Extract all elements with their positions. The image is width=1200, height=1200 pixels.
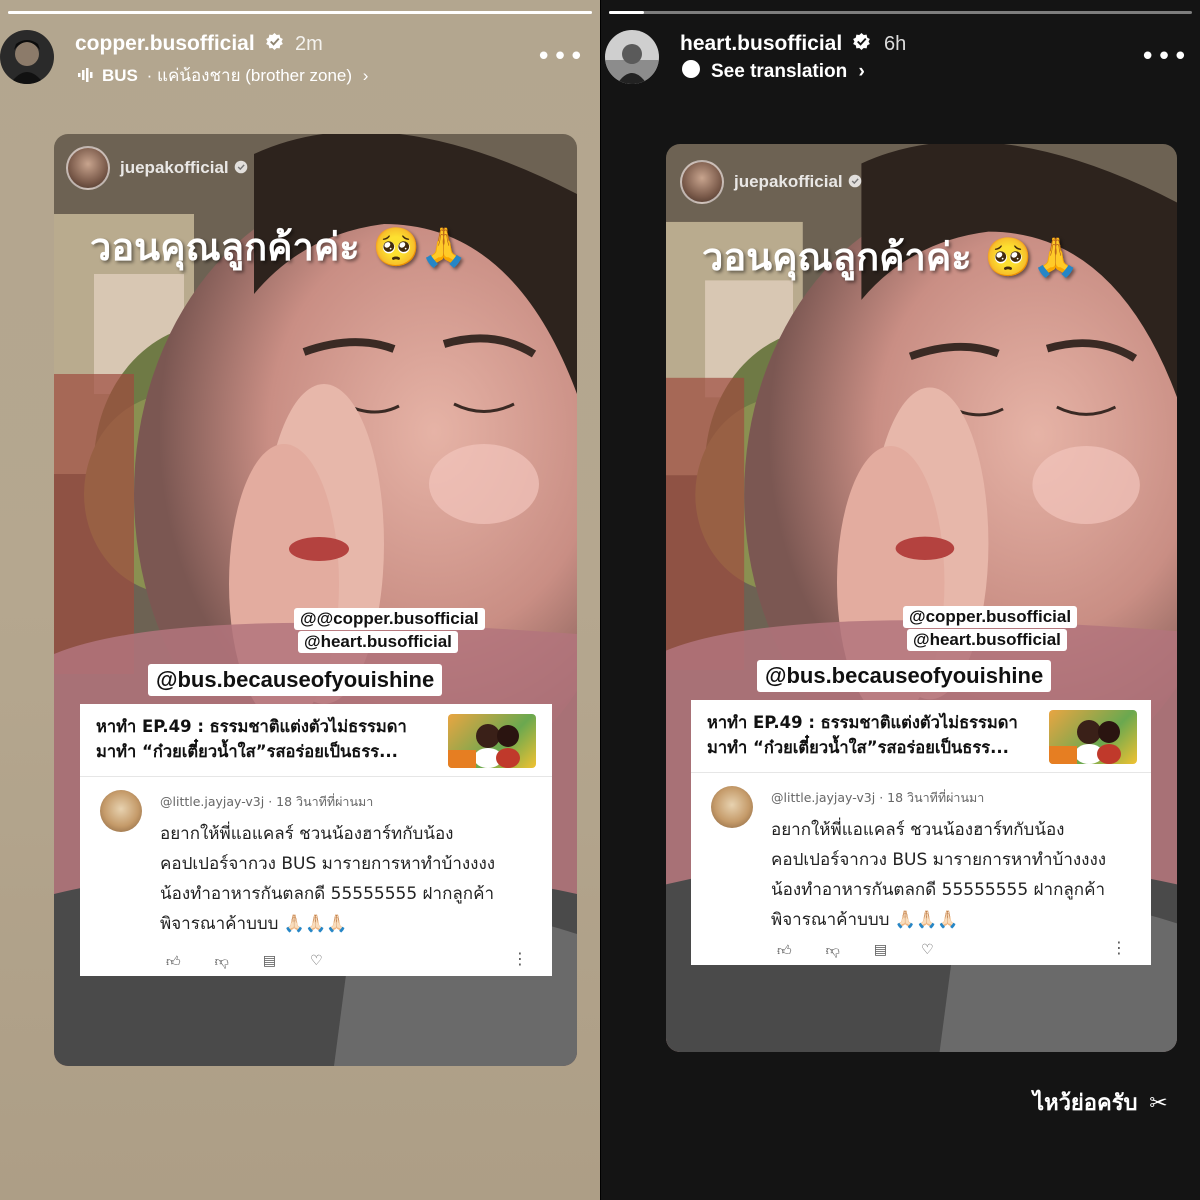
chevron-right-icon: › — [858, 61, 865, 83]
comment-actions: 👍︎ 👎︎ ▤ ♡ — [777, 942, 934, 959]
comment-text: อยากให้พี่แอแคลร์ ชวนน้องฮาร์ทกับน้อง คอ… — [160, 824, 496, 934]
verified-icon — [234, 159, 248, 178]
youtube-comment-screenshot: หาทำ EP.49 : ธรรมชาติแต่งตัวไม่ธรรมดา มา… — [80, 704, 552, 976]
avatar[interactable] — [0, 30, 54, 84]
comment-meta: @little.jayjay-v3j · 18 วินาทีที่ผ่านมา — [160, 794, 374, 809]
comment-text: อยากให้พี่แอแคลร์ ชวนน้องฮาร์ทกับน้อง คอ… — [771, 820, 1107, 930]
story-progress-bar — [8, 11, 592, 14]
like-icon: 👍︎ — [166, 954, 181, 970]
mention-heart[interactable]: @heart.busofficial — [907, 629, 1067, 651]
avatar[interactable] — [605, 30, 659, 84]
mention-bus[interactable]: @bus.becauseofyouishine — [757, 660, 1052, 692]
mention-copper[interactable]: @@copper.busofficial — [294, 608, 485, 630]
comment-more-icon: ⋮ — [512, 949, 528, 968]
video-thumbnail — [1049, 710, 1137, 764]
threads-icon: @ — [300, 609, 317, 628]
video-thumbnail — [448, 714, 536, 768]
more-options-button[interactable]: ••• — [1140, 44, 1189, 70]
reshared-story-card[interactable]: juepakofficial วอนคุณลูกค้าค่ะ 🥺🙏 @@copp… — [54, 134, 577, 1066]
youtube-comment-screenshot: หาทำ EP.49 : ธรรมชาติแต่งตัวไม่ธรรมดา มา… — [691, 700, 1151, 965]
chevron-right-icon: › — [362, 66, 369, 85]
heart-icon: ♡ — [921, 942, 934, 958]
dislike-icon: 👎︎ — [214, 954, 229, 970]
scissors-icon: ✂ — [1149, 1091, 1168, 1116]
mention-copper[interactable]: @copper.busofficial — [903, 606, 1078, 628]
divider — [80, 776, 552, 777]
comment-actions: 👍︎ 👎︎ ▤ ♡ — [166, 953, 323, 970]
mention-heart[interactable]: @heart.busofficial — [298, 631, 458, 653]
heart-icon: ♡ — [310, 953, 323, 969]
story-caption: วอนคุณลูกค้าค่ะ 🥺🙏 — [702, 235, 1080, 279]
story-right: heart.busofficial 6h See translation › •… — [601, 0, 1200, 1200]
story-progress-bar — [609, 11, 1192, 14]
see-translation-button[interactable]: See translation › — [681, 59, 865, 85]
story-time: 2m — [295, 33, 323, 55]
story-footer-caption: ไหว้ย่อครับ ✂ — [1033, 1091, 1168, 1116]
story-progress-fill — [8, 11, 592, 14]
comment-more-icon: ⋮ — [1111, 938, 1127, 957]
story-left: copper.busofficial 2m BUS · แค่น้องชาย (… — [0, 0, 600, 1200]
story-header: heart.busofficial 6h See translation › •… — [601, 22, 1200, 92]
juepak-avatar — [680, 160, 724, 204]
like-icon: 👍︎ — [777, 943, 792, 959]
video-title: หาทำ EP.49 : ธรรมชาติแต่งตัวไม่ธรรมดา มา… — [96, 717, 407, 761]
verified-icon — [852, 32, 871, 57]
story-username[interactable]: heart.busofficial — [680, 32, 871, 57]
story-progress-fill — [609, 11, 644, 14]
dislike-icon: 👎︎ — [825, 943, 840, 959]
story-caption: วอนคุณลูกค้าค่ะ 🥺🙏 — [90, 225, 468, 269]
music-sticker[interactable]: BUS · แค่น้องชาย (brother zone) › — [78, 62, 368, 89]
story-time: 6h — [884, 33, 907, 55]
comment-meta: @little.jayjay-v3j · 18 วินาทีที่ผ่านมา — [771, 790, 985, 805]
reshared-story-card[interactable]: juepakofficial วอนคุณลูกค้าค่ะ 🥺🙏 @coppe… — [666, 144, 1177, 1052]
verified-icon — [265, 32, 284, 57]
reshared-author[interactable]: juepakofficial — [680, 160, 862, 204]
reshared-author[interactable]: juepakofficial — [66, 146, 248, 190]
verified-icon — [848, 173, 862, 192]
commenter-avatar — [711, 786, 753, 828]
mention-bus[interactable]: @bus.becauseofyouishine — [148, 664, 443, 696]
video-title: หาทำ EP.49 : ธรรมชาติแต่งตัวไม่ธรรมดา มา… — [707, 713, 1018, 757]
music-bars-icon — [78, 67, 94, 87]
story-username[interactable]: copper.busofficial — [75, 32, 284, 57]
more-options-button[interactable]: ••• — [536, 44, 585, 70]
reply-icon: ▤ — [262, 953, 277, 969]
divider — [691, 772, 1151, 773]
juepak-avatar — [66, 146, 110, 190]
commenter-avatar — [100, 790, 142, 832]
translate-bubble-icon — [681, 59, 701, 85]
reply-icon: ▤ — [873, 942, 888, 958]
story-header: copper.busofficial 2m BUS · แค่น้องชาย (… — [0, 22, 600, 92]
